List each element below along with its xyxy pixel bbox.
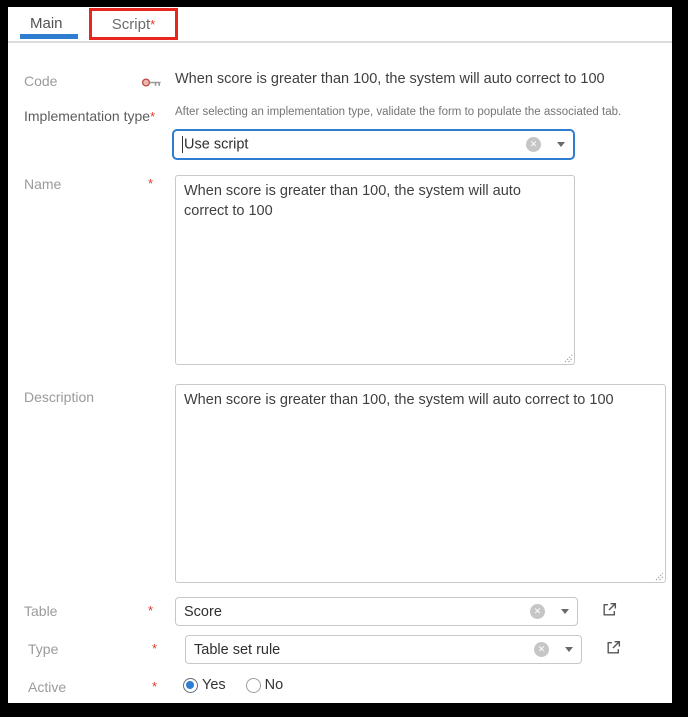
description-label: Description [24, 389, 94, 405]
code-label: Code [24, 73, 57, 89]
implementation-type-required-marker: * [150, 109, 155, 124]
table-open-record-icon[interactable] [601, 601, 618, 618]
active-radio-group: Yes No [183, 677, 283, 693]
name-label: Name [24, 176, 61, 192]
active-label: Active [28, 679, 66, 695]
type-clear-icon[interactable]: ✕ [534, 642, 549, 657]
table-value: Score [184, 604, 530, 620]
implementation-type-label: Implementation type* [24, 108, 155, 124]
implementation-type-clear-icon[interactable]: ✕ [526, 137, 541, 152]
table-label: Table [24, 603, 57, 619]
type-select[interactable]: Table set rule ✕ [185, 635, 582, 664]
type-open-record-icon[interactable] [605, 639, 622, 656]
table-select[interactable]: Score ✕ [175, 597, 578, 626]
tab-main[interactable]: Main [30, 15, 63, 32]
text-cursor [182, 136, 183, 153]
code-value: When score is greater than 100, the syst… [175, 71, 605, 87]
implementation-type-dropdown-caret-icon[interactable] [557, 142, 565, 147]
tab-script-required-marker: * [150, 17, 155, 32]
active-no-label: No [265, 677, 284, 693]
form-panel: Main Script* Code When score is greater … [8, 7, 672, 703]
type-required-marker: * [152, 641, 157, 656]
table-required-marker: * [148, 603, 153, 618]
radio-selected-icon[interactable] [183, 678, 198, 693]
active-radio-yes[interactable]: Yes [183, 677, 226, 693]
key-icon [141, 77, 163, 90]
active-yes-label: Yes [202, 677, 226, 693]
type-value: Table set rule [194, 642, 534, 658]
implementation-type-helper-text: After selecting an implementation type, … [175, 106, 621, 118]
screenshot-frame: Main Script* Code When score is greater … [0, 0, 688, 717]
implementation-type-value: Use script [182, 136, 526, 153]
radio-unselected-icon[interactable] [246, 678, 261, 693]
active-required-marker: * [152, 679, 157, 694]
table-clear-icon[interactable]: ✕ [530, 604, 545, 619]
active-radio-no[interactable]: No [246, 677, 284, 693]
name-required-marker: * [148, 176, 153, 191]
implementation-type-select[interactable]: Use script ✕ [172, 129, 575, 160]
name-textarea[interactable]: When score is greater than 100, the syst… [175, 175, 575, 365]
script-tab-highlight-box: Script* [89, 8, 178, 40]
tab-script[interactable]: Script* [112, 16, 155, 33]
table-dropdown-caret-icon[interactable] [561, 609, 569, 614]
description-textarea[interactable]: When score is greater than 100, the syst… [175, 384, 666, 583]
type-dropdown-caret-icon[interactable] [565, 647, 573, 652]
tabbar-divider [8, 41, 672, 43]
tab-main-active-underline [20, 34, 78, 39]
type-label: Type [28, 641, 58, 657]
